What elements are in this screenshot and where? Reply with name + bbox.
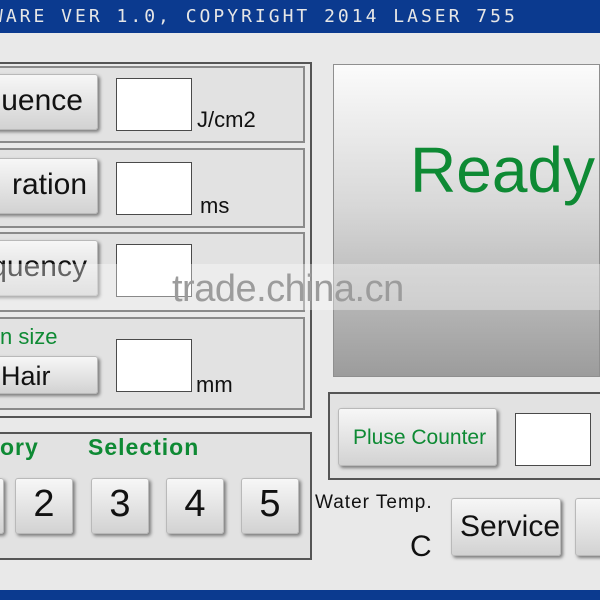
- memory-button-1-partial[interactable]: [0, 478, 4, 534]
- selection-label: Selection: [88, 434, 200, 460]
- fluence-button[interactable]: uence: [0, 74, 98, 130]
- duration-input[interactable]: [116, 162, 192, 215]
- fluence-button-label: uence: [1, 84, 83, 117]
- pulse-counter-button[interactable]: Pluse Counter: [338, 408, 497, 466]
- spot-size-unit: mm: [196, 372, 233, 397]
- watermark-text: trade.china.cn: [172, 268, 404, 310]
- service-button[interactable]: Service: [451, 498, 561, 556]
- memory-label: ory: [0, 434, 39, 460]
- duration-button[interactable]: ration: [0, 158, 98, 214]
- memory-button-4[interactable]: 4: [166, 478, 224, 534]
- service-button-label: Service: [460, 510, 561, 543]
- pulse-counter-label: Pluse Counter: [353, 426, 487, 449]
- hair-button[interactable]: Hair: [0, 356, 98, 394]
- pulse-counter-field: [515, 413, 591, 466]
- memory-button-2[interactable]: 2: [15, 478, 73, 534]
- status-text: Ready: [410, 134, 595, 206]
- duration-button-label: ration: [11, 168, 87, 201]
- status-display: Ready: [333, 64, 600, 377]
- fluence-input[interactable]: [116, 78, 192, 131]
- memory-button-5[interactable]: 5: [241, 478, 299, 534]
- title-bar: WARE VER 1.0, COPYRIGHT 2014 LASER 755: [0, 0, 600, 33]
- spot-size-heading: n size: [0, 324, 58, 349]
- duration-unit: ms: [200, 193, 230, 218]
- hair-button-label: Hair: [1, 361, 51, 391]
- watermark: trade.china.cn: [0, 264, 600, 310]
- water-temp-label: Water Temp.: [315, 492, 433, 513]
- memory-button-3[interactable]: 3: [91, 478, 149, 534]
- bottom-bar: [0, 590, 600, 600]
- fluence-unit: J/cm2: [197, 107, 256, 132]
- window-title: WARE VER 1.0, COPYRIGHT 2014 LASER 755: [0, 6, 518, 27]
- water-temp-unit: C: [410, 530, 432, 563]
- spot-size-input[interactable]: [116, 339, 192, 392]
- extra-button-partial[interactable]: [575, 498, 600, 556]
